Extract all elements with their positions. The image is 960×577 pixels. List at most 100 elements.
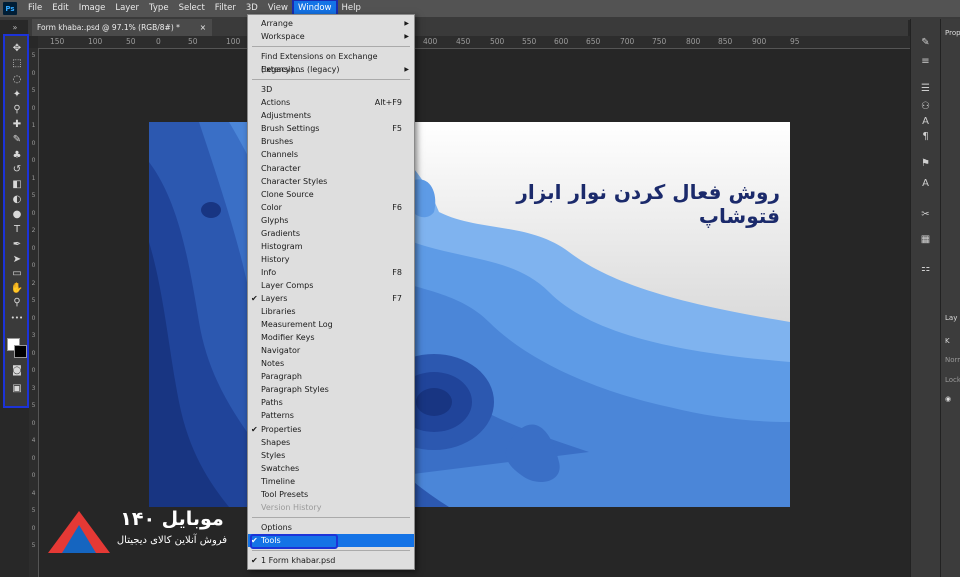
menu-item-label: Tool Presets (261, 489, 309, 499)
window-menu-item-libraries[interactable]: Libraries (248, 305, 414, 318)
window-menu-item-histogram[interactable]: Histogram (248, 240, 414, 253)
blur-tool-icon[interactable]: ● (8, 207, 26, 221)
tools-icon[interactable]: ✂ (917, 207, 934, 221)
close-tab-icon[interactable]: × (200, 19, 206, 36)
window-menu-item-tool-presets[interactable]: Tool Presets (248, 488, 414, 501)
window-menu-item-clone-source[interactable]: Clone Source (248, 188, 414, 201)
window-menu-item-properties[interactable]: ✔ Properties (248, 423, 414, 436)
window-menu-item-layer-comps[interactable]: Layer Comps (248, 279, 414, 292)
document-tab[interactable]: Form khaba:.psd @ 97.1% (RGB/8#) * × (32, 19, 212, 36)
window-menu-item-extensions-legacy[interactable]: Extensions (legacy) ▶ (248, 63, 414, 76)
blend-mode-select[interactable]: Norm (945, 356, 960, 364)
window-menu-item-gradients[interactable]: Gradients (248, 227, 414, 240)
window-menu-item-paths[interactable]: Paths (248, 396, 414, 409)
marquee-tool-icon[interactable]: ⬚ (8, 57, 26, 71)
paragraph-styles-icon[interactable]: A (917, 176, 934, 190)
layer-search-input[interactable]: K (945, 337, 950, 345)
window-menu-item-brushes[interactable]: Brushes (248, 135, 414, 148)
window-menu-item-character-styles[interactable]: Character Styles (248, 175, 414, 188)
screen-mode-icon[interactable]: ▣ (8, 381, 26, 395)
window-menu-item-timeline[interactable]: Timeline (248, 475, 414, 488)
menu-separator (252, 46, 410, 48)
libraries-icon[interactable]: ☰ (917, 81, 934, 95)
window-menu-item-paragraph[interactable]: Paragraph (248, 370, 414, 383)
healing-brush-tool-icon[interactable]: ✚ (8, 117, 26, 131)
window-menu-item-swatches[interactable]: Swatches (248, 462, 414, 475)
character-icon[interactable]: A (917, 114, 934, 128)
menu-edit[interactable]: Edit (47, 0, 73, 17)
window-menu-item-history[interactable]: History (248, 253, 414, 266)
menu-file[interactable]: File (23, 0, 47, 17)
menu-image[interactable]: Image (74, 0, 111, 17)
hand-tool-icon[interactable]: ✋ (8, 281, 26, 295)
layers-tab[interactable]: Lay (945, 314, 957, 322)
window-menu-item-brush-settings[interactable]: Brush Settings F5 (248, 122, 414, 135)
window-menu-item-3d[interactable]: 3D (248, 83, 414, 96)
lasso-tool-icon[interactable]: ◌ (8, 72, 26, 86)
menu-filter[interactable]: Filter (210, 0, 241, 17)
window-menu-item-paragraph-styles[interactable]: Paragraph Styles (248, 383, 414, 396)
brush-settings-icon[interactable]: ✎ (917, 35, 934, 49)
clone-stamp-tool-icon[interactable]: ♣ (8, 148, 26, 162)
window-menu-item-modifier-keys[interactable]: Modifier Keys (248, 331, 414, 344)
window-menu-item-adjustments[interactable]: Adjustments (248, 109, 414, 122)
window-menu-item-navigator[interactable]: Navigator (248, 344, 414, 357)
move-tool-icon[interactable]: ✥ (8, 41, 26, 55)
menu-item-label: Libraries (261, 307, 296, 317)
window-menu-item-layers[interactable]: ✔ Layers F7 (248, 292, 414, 305)
eraser-tool-icon[interactable]: ◧ (8, 177, 26, 191)
patterns-icon[interactable]: ▦ (917, 232, 934, 246)
window-menu-item-patterns[interactable]: Patterns (248, 409, 414, 422)
menu-item-label: Gradients (261, 228, 300, 238)
clone-source-icon[interactable]: ⚇ (917, 99, 934, 113)
type-tool-icon[interactable]: T (8, 222, 26, 236)
ruler-horizontal: 1501005005010015040045050055060065070075… (38, 36, 910, 49)
menu-item-label: Brush Settings (261, 124, 320, 134)
window-menu-item-actions[interactable]: Actions Alt+F9 (248, 96, 414, 109)
window-menu-item-styles[interactable]: Styles (248, 449, 414, 462)
window-menu-item-measurement-log[interactable]: Measurement Log (248, 318, 414, 331)
history-brush-tool-icon[interactable]: ↺ (8, 163, 26, 177)
pen-tool-icon[interactable]: ✒ (8, 238, 26, 252)
menu-select[interactable]: Select (174, 0, 210, 17)
ruler-tick-label: 1 (31, 122, 36, 129)
visibility-eye-icon[interactable]: ◉ (945, 395, 951, 403)
window-menu-item-version-history: Version History (248, 501, 414, 514)
ruler-tick-label: 0 (31, 419, 36, 427)
window-menu-item-channels[interactable]: Channels (248, 148, 414, 161)
window-menu-item-shapes[interactable]: Shapes (248, 436, 414, 449)
window-menu-item-info[interactable]: Info F8 (248, 266, 414, 279)
window-menu-item-find-extensions-on-exchange-legacy[interactable]: Find Extensions on Exchange (legacy)... (248, 50, 414, 74)
background-color-swatch[interactable] (14, 345, 27, 358)
window-menu-item-options[interactable]: Options (248, 521, 414, 534)
window-menu-item-notes[interactable]: Notes (248, 357, 414, 370)
window-menu-item-glyphs[interactable]: Glyphs (248, 214, 414, 227)
checkmark-icon: ✔ (251, 424, 258, 434)
window-menu-item-color[interactable]: Color F6 (248, 201, 414, 214)
ruler-tick-label: 50 (188, 37, 198, 46)
ruler-tick-label: 5 (31, 52, 36, 59)
menu-type[interactable]: Type (144, 0, 174, 17)
character-styles-icon[interactable]: ⚑ (917, 156, 934, 170)
menu-item-shortcut: F8 (392, 267, 402, 277)
menu-layer[interactable]: Layer (110, 0, 144, 17)
eyedropper-tool-icon[interactable]: ⚲ (8, 103, 26, 117)
window-menu-item-arrange[interactable]: Arrange ▶ (248, 17, 414, 30)
brush-tool-icon[interactable]: ✎ (8, 133, 26, 147)
window-menu-item-1-form-khabar-psd[interactable]: ✔ 1 Form khabar.psd (248, 554, 414, 567)
adjust-sliders-icon[interactable]: ≡ (917, 54, 934, 68)
layer-comps-icon[interactable]: ⚏ (917, 261, 934, 275)
rectangle-tool-icon[interactable]: ▭ (8, 267, 26, 281)
path-selection-tool-icon[interactable]: ➤ (8, 252, 26, 266)
photoshop-logo-icon[interactable]: Ps (3, 2, 17, 15)
more-tools-icon[interactable]: ••• (8, 311, 26, 325)
zoom-tool-icon[interactable]: ⚲ (8, 295, 26, 309)
magic-wand-tool-icon[interactable]: ✦ (8, 87, 26, 101)
ruler-tick-label: 50 (126, 37, 136, 46)
window-menu-item-character[interactable]: Character (248, 162, 414, 175)
window-menu-item-workspace[interactable]: Workspace ▶ (248, 30, 414, 43)
paragraph-icon[interactable]: ¶ (917, 129, 934, 143)
gradient-tool-icon[interactable]: ◐ (8, 193, 26, 207)
quick-mask-icon[interactable]: ◙ (8, 363, 26, 377)
properties-tab[interactable]: Prop (945, 29, 960, 37)
